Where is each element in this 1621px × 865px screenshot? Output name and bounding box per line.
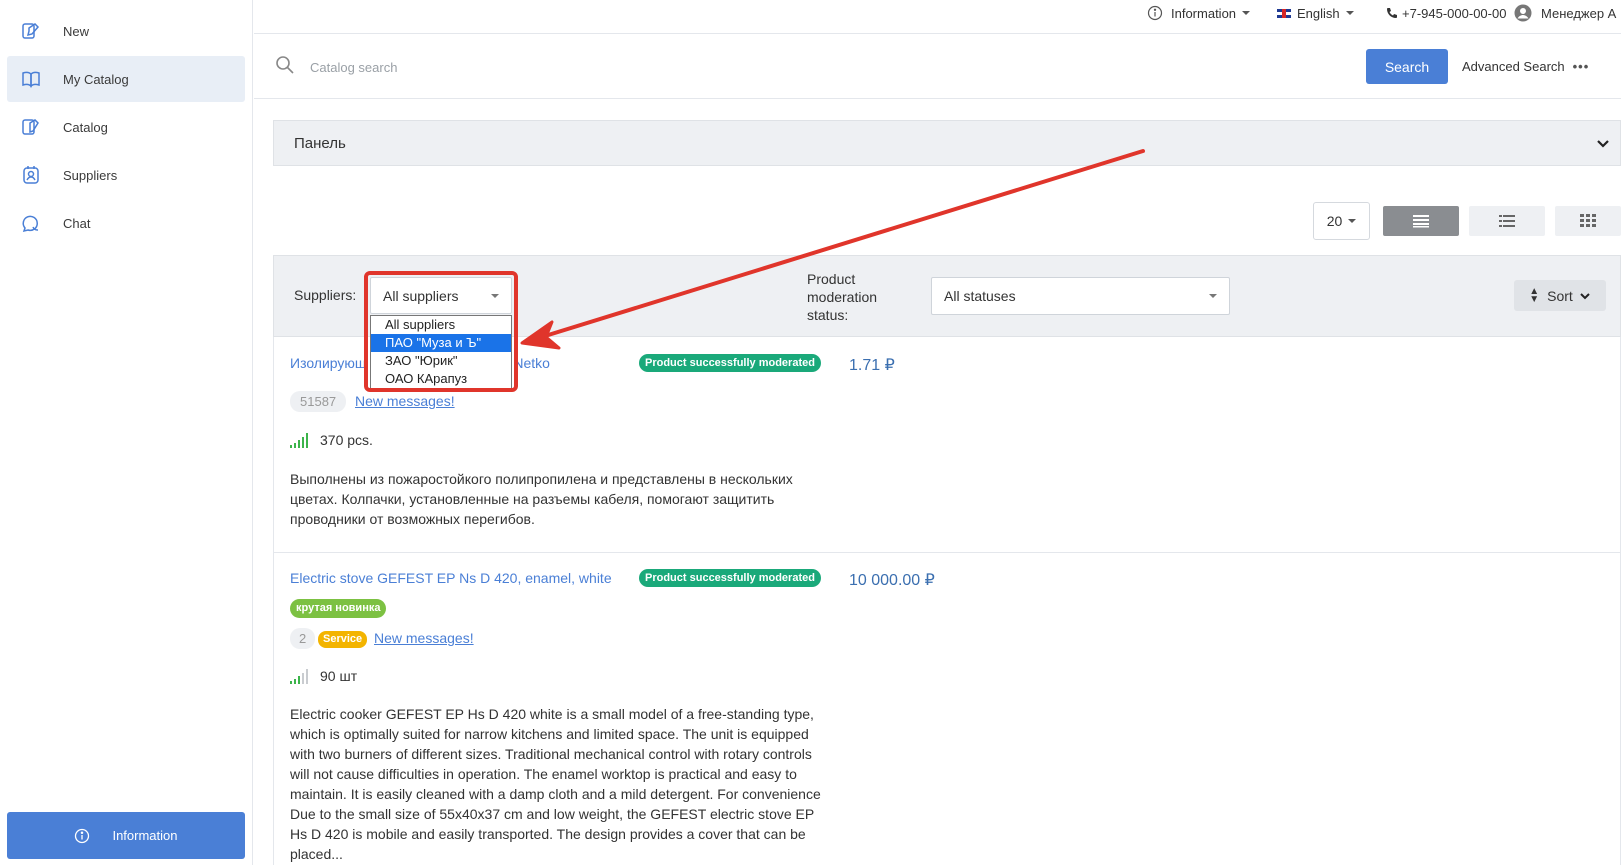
sidebar-item-catalog[interactable]: Catalog	[7, 104, 245, 150]
product-card: Electric stove GEFEST EP Ns D 420, ename…	[273, 553, 1621, 865]
new-catalog-icon	[21, 21, 41, 41]
sort-icon: ▲ ▼	[1529, 285, 1540, 305]
chevron-down-icon	[1597, 140, 1609, 148]
stock-quantity: 370 pcs.	[320, 432, 373, 448]
information-menu-label: Information	[1171, 5, 1237, 21]
search-bar: Search Advanced Search •••	[254, 35, 1621, 99]
advanced-search-label: Advanced Search	[1462, 59, 1565, 74]
chevron-down-icon	[1348, 219, 1357, 223]
book-icon	[21, 69, 41, 89]
sidebar-item-label: My Catalog	[63, 71, 129, 87]
product-description: Electric cooker GEFEST EP Hs D 420 white…	[290, 706, 821, 862]
grid-icon	[1580, 214, 1596, 227]
moderation-status-badge: Product successfully moderated	[639, 569, 821, 587]
catalog-icon	[21, 117, 41, 137]
moderation-status-select[interactable]: All statuses	[931, 277, 1230, 315]
search-button[interactable]: Search	[1366, 49, 1448, 84]
product-description: Выполнены из пожаростойкого полипропилен…	[290, 471, 793, 527]
user-name: Менеджер А	[1541, 5, 1617, 21]
catalog-search-input[interactable]	[310, 53, 1310, 81]
sidebar-item-label: New	[63, 23, 90, 39]
product-price: 1.71 ₽	[849, 357, 895, 374]
phone-icon	[1387, 8, 1397, 18]
moderation-status-label: Product moderation status:	[807, 270, 877, 324]
sidebar-item-label: Catalog	[63, 119, 108, 135]
sidebar-item-label: Suppliers	[63, 167, 118, 183]
chevron-down-icon	[1209, 294, 1217, 298]
product-price: 10 000.00 ₽	[849, 572, 935, 589]
sidebar-item-label: Chat	[63, 215, 91, 231]
panel-title: Панель	[294, 134, 346, 152]
signal-bars-icon	[290, 432, 310, 448]
moderation-status-value: All statuses	[944, 288, 1016, 304]
new-messages-link[interactable]: New messages!	[355, 393, 455, 409]
advanced-search-button[interactable]: Advanced Search •••	[1462, 49, 1589, 84]
sidebar: New My Catalog Catalog Suppliers Chat In…	[0, 0, 253, 865]
view-grid-button[interactable]	[1555, 206, 1621, 236]
stock-level: 90 шт	[290, 668, 357, 684]
sidebar-item-my-catalog[interactable]: My Catalog	[7, 56, 245, 102]
sidebar-item-suppliers[interactable]: Suppliers	[7, 152, 245, 198]
chevron-down-icon	[1580, 292, 1590, 299]
service-badge: Service	[318, 631, 368, 648]
phone-label: +7-945-000-00-00	[1402, 5, 1507, 21]
sort-button[interactable]: ▲ ▼ Sort	[1514, 280, 1606, 311]
product-tag: крутая новинка	[290, 599, 387, 618]
view-list-wide-button[interactable]	[1383, 206, 1459, 236]
sort-label: Sort	[1547, 287, 1573, 304]
sidebar-item-new[interactable]: New	[7, 8, 245, 54]
suppliers-icon	[21, 165, 41, 185]
chat-icon	[21, 213, 41, 233]
suppliers-label: Suppliers:	[294, 287, 357, 303]
annotation-highlight-box	[364, 271, 518, 392]
language-menu[interactable]: English	[1277, 0, 1354, 26]
chevron-down-icon	[1242, 11, 1251, 15]
list-wide-icon	[1413, 215, 1429, 228]
moderation-status-badge: Product successfully moderated	[639, 354, 821, 372]
collapsible-panel[interactable]: Панель	[273, 120, 1621, 166]
list-icon	[1499, 215, 1515, 227]
uk-flag-icon	[1277, 8, 1291, 18]
info-icon	[74, 828, 90, 844]
more-dots-icon: •••	[1572, 59, 1590, 74]
per-page-value: 20	[1326, 213, 1343, 229]
information-button[interactable]: Information	[7, 812, 245, 859]
message-count-pill: 2	[290, 628, 316, 649]
new-messages-link[interactable]: New messages!	[374, 630, 474, 646]
signal-bars-icon	[290, 668, 310, 684]
view-list-button[interactable]	[1469, 206, 1545, 236]
sidebar-item-chat[interactable]: Chat	[7, 200, 245, 246]
user-menu[interactable]: Менеджер А	[1514, 0, 1616, 26]
moderation-status-label-line: moderation	[807, 289, 878, 305]
information-menu[interactable]: Information	[1147, 0, 1251, 26]
product-id-pill: 51587	[290, 391, 347, 412]
user-avatar-icon	[1514, 4, 1532, 22]
stock-quantity: 90 шт	[320, 668, 358, 684]
language-label: English	[1297, 5, 1340, 21]
stock-level: 370 pcs.	[290, 432, 373, 448]
phone-number: +7-945-000-00-00	[1386, 0, 1506, 26]
topbar: Information English +7-945-000-00-00 Мен…	[254, 0, 1621, 34]
per-page-select[interactable]: 20	[1313, 202, 1370, 240]
product-title[interactable]: Electric stove GEFEST EP Ns D 420, ename…	[290, 570, 612, 586]
info-icon	[1147, 5, 1163, 21]
chevron-down-icon	[1345, 11, 1354, 15]
information-button-label: Information	[112, 828, 178, 843]
moderation-status-label-line: Product	[807, 271, 856, 287]
search-icon	[276, 56, 294, 74]
product-title-start: Изолирующ	[290, 355, 367, 371]
moderation-status-label-line: status:	[807, 307, 849, 323]
